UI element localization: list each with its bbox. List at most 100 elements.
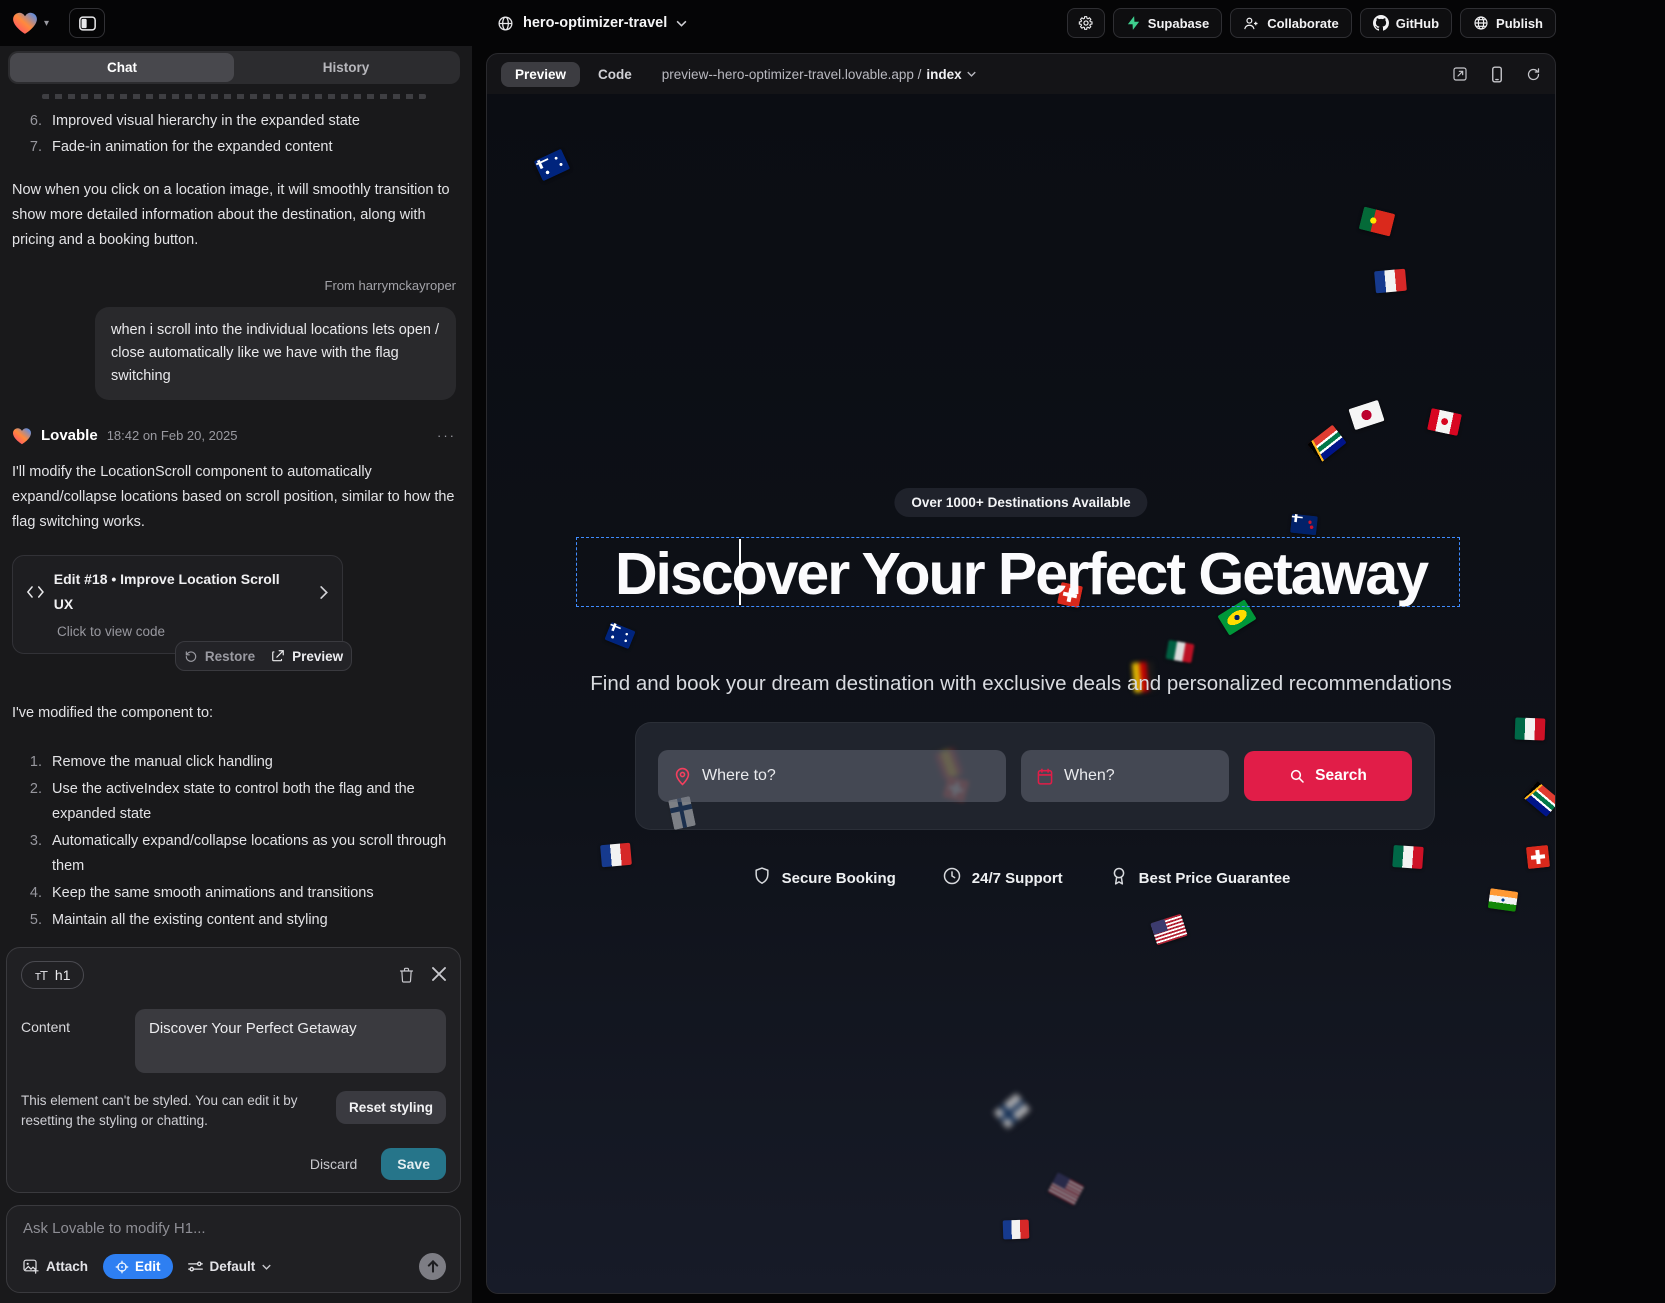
open-in-new-icon[interactable] <box>1452 66 1468 82</box>
numbered-list-item: 2.Use the activeIndex state to control b… <box>12 777 456 827</box>
supabase-button[interactable]: Supabase <box>1113 8 1222 38</box>
trash-icon[interactable] <box>399 967 414 983</box>
shield-icon <box>752 866 772 890</box>
github-label: GitHub <box>1396 16 1439 31</box>
attach-button[interactable]: Attach <box>23 1259 88 1274</box>
mobile-view-icon[interactable] <box>1491 66 1503 83</box>
list-text: Use the activeIndex state to control bot… <box>52 777 456 827</box>
list-text: Automatically expand/collapse locations … <box>52 829 456 879</box>
supabase-label: Supabase <box>1148 16 1209 31</box>
flag-france-icon <box>600 843 632 868</box>
feature-label: Best Price Guarantee <box>1139 870 1291 887</box>
type-icon: тT <box>35 968 47 983</box>
restore-button[interactable]: Restore <box>184 644 255 669</box>
assistant-name: Lovable <box>41 423 98 448</box>
flag-france-icon <box>1374 269 1407 294</box>
collaborate-label: Collaborate <box>1267 16 1339 31</box>
when-input[interactable]: When? <box>1021 750 1229 802</box>
settings-button[interactable] <box>1067 8 1105 38</box>
url-base: preview--hero-optimizer-travel.lovable.a… <box>662 67 922 82</box>
edit-mode-toggle[interactable]: Edit <box>103 1254 173 1279</box>
panel-icon <box>79 16 96 31</box>
publish-button[interactable]: Publish <box>1460 8 1556 38</box>
image-icon <box>23 1259 39 1274</box>
logo-menu-chevron-icon[interactable]: ▾ <box>44 18 49 29</box>
selected-element-pill[interactable]: тT h1 <box>21 961 84 989</box>
reset-styling-button[interactable]: Reset styling <box>336 1091 446 1124</box>
sidebar-tabs: Chat History <box>8 51 460 84</box>
feature-item: Best Price Guarantee <box>1109 866 1291 890</box>
gear-icon <box>1078 15 1094 31</box>
lovable-logo-icon[interactable] <box>12 11 38 35</box>
flag-south-africa-icon <box>1523 781 1555 817</box>
globe-icon <box>497 15 514 32</box>
user-message-bubble: when i scroll into the individual locati… <box>95 307 456 400</box>
composer-input[interactable]: Ask Lovable to modify H1... <box>23 1220 446 1237</box>
preview-version-button[interactable]: Preview <box>271 644 343 669</box>
calendar-icon <box>1037 768 1053 785</box>
flag-south-africa-icon <box>1307 425 1346 463</box>
url-page: index <box>926 67 961 82</box>
flag-portugal-icon <box>1359 206 1396 236</box>
assistant-paragraph: Now when you click on a location image, … <box>12 178 456 253</box>
flag-australia-icon <box>604 622 635 649</box>
collaborate-button[interactable]: Collaborate <box>1230 8 1352 38</box>
close-icon[interactable] <box>432 967 446 981</box>
preview-url[interactable]: preview--hero-optimizer-travel.lovable.a… <box>662 67 976 82</box>
edit-card-subtitle: Click to view code <box>57 623 328 641</box>
assistant-numbered-list: 1.Remove the manual click handling2.Use … <box>12 750 456 933</box>
list-text: Maintain all the existing content and st… <box>52 908 328 933</box>
save-button[interactable]: Save <box>381 1148 446 1180</box>
chat-scroll-area[interactable]: 6.Improved visual hierarchy in the expan… <box>0 92 472 947</box>
search-button[interactable]: Search <box>1244 751 1412 801</box>
flag-australia-icon <box>534 149 570 182</box>
content-field-label: Content <box>21 1009 121 1073</box>
project-name: hero-optimizer-travel <box>523 15 667 31</box>
arrow-up-icon <box>427 1260 439 1273</box>
styling-note: This element can't be styled. You can ed… <box>21 1091 329 1131</box>
chevron-down-icon <box>262 1264 271 1270</box>
edit-card-title: Edit #18 • Improve Location Scroll UX <box>54 567 300 617</box>
assistant-message-header: Lovable 18:42 on Feb 20, 2025 ··· <box>12 423 456 448</box>
list-number: 4. <box>22 881 42 906</box>
clipped-previous-message <box>42 94 426 99</box>
list-number: 3. <box>22 829 42 879</box>
chat-sidebar: Chat History 6.Improved visual hierarchy… <box>0 46 472 1303</box>
discard-button[interactable]: Discard <box>310 1156 357 1172</box>
flag-usa-icon <box>1150 914 1188 946</box>
where-input[interactable]: Where to? <box>658 750 1006 802</box>
hero-section: Over 1000+ Destinations Available Discov… <box>487 94 1555 1293</box>
assistant-timestamp: 18:42 on Feb 20, 2025 <box>107 423 238 448</box>
lovable-avatar-icon <box>12 427 32 445</box>
content-input[interactable]: Discover Your Perfect Getaway <box>135 1009 446 1073</box>
flag-japan-icon <box>1348 400 1384 431</box>
message-menu-button[interactable]: ··· <box>437 423 456 448</box>
list-number: 1. <box>22 750 42 775</box>
send-button[interactable] <box>419 1253 446 1280</box>
tab-preview[interactable]: Preview <box>501 62 580 87</box>
refresh-icon[interactable] <box>1526 67 1541 82</box>
feature-row: Secure Booking24/7 SupportBest Price Gua… <box>487 866 1555 890</box>
hero-subtitle: Find and book your dream destination wit… <box>590 672 1452 696</box>
tab-chat[interactable]: Chat <box>10 53 234 82</box>
flag-france-icon <box>1003 1220 1030 1240</box>
flag-india-icon <box>1488 888 1519 912</box>
list-number: 2. <box>22 777 42 827</box>
edit-version-card[interactable]: Edit #18 • Improve Location Scroll UX Cl… <box>12 555 343 654</box>
text-caret <box>739 539 741 605</box>
project-switcher[interactable]: hero-optimizer-travel <box>497 0 687 46</box>
element-tag-label: h1 <box>55 967 71 983</box>
toggle-sidebar-button[interactable] <box>69 8 105 38</box>
mode-selector[interactable]: Default <box>188 1259 272 1274</box>
user-attribution: From harrymckayroper <box>12 273 456 298</box>
assistant-numbered-list: 6.Improved visual hierarchy in the expan… <box>12 109 456 160</box>
github-button[interactable]: GitHub <box>1360 8 1452 38</box>
flag-canada-icon <box>1427 408 1462 436</box>
search-label: Search <box>1315 767 1367 785</box>
code-icon <box>27 586 44 598</box>
hero-title[interactable]: Discover Your Perfect Getaway <box>615 540 1427 608</box>
tab-code[interactable]: Code <box>598 67 632 82</box>
tab-history[interactable]: History <box>234 53 458 82</box>
map-pin-icon <box>674 767 691 786</box>
feature-label: 24/7 Support <box>972 870 1063 887</box>
